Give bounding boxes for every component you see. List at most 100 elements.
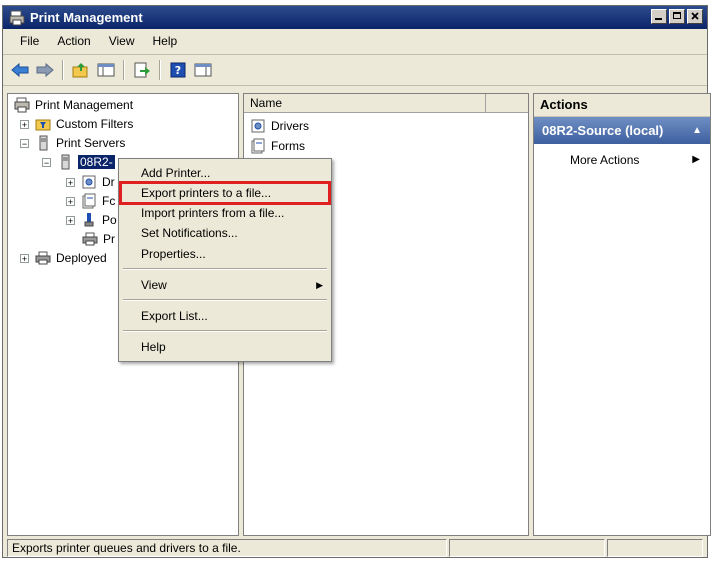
status-cell-3 bbox=[607, 539, 703, 557]
tree-item-deployed-printers[interactable]: + Deployed bbox=[20, 249, 107, 267]
close-button[interactable] bbox=[687, 9, 703, 24]
more-actions-item[interactable]: More Actions ▶ bbox=[534, 149, 710, 171]
action-pane-icon bbox=[194, 63, 212, 77]
back-button[interactable] bbox=[9, 59, 31, 81]
toolbar-separator bbox=[159, 60, 161, 80]
maximize-button[interactable] bbox=[669, 9, 685, 24]
expand-icon[interactable]: + bbox=[66, 177, 75, 187]
menu-separator bbox=[123, 330, 327, 332]
title-bar[interactable]: Print Management bbox=[3, 6, 707, 29]
menu-view[interactable]: View bbox=[100, 34, 144, 48]
tree-item-ports[interactable]: + Po bbox=[66, 211, 117, 229]
export-list-button[interactable] bbox=[131, 59, 153, 81]
tree-label: Dr bbox=[102, 175, 115, 189]
more-actions-label: More Actions bbox=[570, 153, 640, 167]
toolbar-separator bbox=[123, 60, 125, 80]
tree-label: Custom Filters bbox=[56, 117, 134, 131]
ports-icon bbox=[84, 213, 94, 227]
menu-separator bbox=[123, 268, 327, 270]
tree-item-forms[interactable]: + Fc bbox=[66, 192, 115, 210]
submenu-arrow-icon: ▶ bbox=[692, 154, 700, 165]
menu-separator bbox=[123, 299, 327, 301]
list-item-label: Drivers bbox=[271, 119, 309, 133]
column-header-empty[interactable] bbox=[486, 94, 528, 113]
server-icon bbox=[39, 135, 48, 151]
export-icon bbox=[134, 62, 150, 78]
help-button[interactable]: ? bbox=[167, 59, 189, 81]
show-hide-action-pane-button[interactable] bbox=[192, 59, 214, 81]
column-header-name[interactable]: Name bbox=[244, 94, 486, 113]
menu-item-set-notifications[interactable]: Set Notifications... bbox=[119, 223, 331, 243]
tree-label: Fc bbox=[102, 194, 116, 208]
toolbar-separator bbox=[62, 60, 64, 80]
collapse-up-icon: ▲ bbox=[692, 125, 702, 136]
menu-action[interactable]: Action bbox=[48, 34, 99, 48]
maximize-icon bbox=[673, 12, 681, 19]
list-item-drivers[interactable]: Drivers bbox=[250, 117, 309, 135]
print-management-window: Print Management File Action View Help ?… bbox=[2, 5, 711, 559]
svg-text:?: ? bbox=[175, 64, 181, 77]
tree-label: Pr bbox=[103, 232, 115, 246]
tree-label: Print Management bbox=[35, 98, 134, 112]
menu-item-view-label: View bbox=[141, 278, 167, 292]
tree-label: Print Servers bbox=[56, 136, 126, 150]
tree-label: Po bbox=[102, 213, 117, 227]
forward-button[interactable] bbox=[34, 59, 56, 81]
print-management-app-icon bbox=[9, 10, 25, 25]
actions-header: Actions bbox=[534, 94, 710, 117]
forward-arrow-icon bbox=[36, 62, 54, 78]
expand-icon[interactable]: + bbox=[20, 253, 29, 263]
printer-icon bbox=[35, 251, 51, 265]
collapse-icon[interactable]: − bbox=[42, 157, 51, 167]
help-icon: ? bbox=[170, 62, 186, 78]
expand-icon[interactable]: + bbox=[20, 119, 29, 129]
menu-item-add-printer[interactable]: Add Printer... bbox=[119, 163, 331, 183]
tree-item-print-servers[interactable]: − Print Servers bbox=[20, 134, 125, 152]
toolbar: ? bbox=[3, 54, 707, 86]
close-icon bbox=[691, 12, 699, 20]
minimize-button[interactable] bbox=[651, 9, 667, 24]
menu-help[interactable]: Help bbox=[144, 34, 187, 48]
printer-icon bbox=[82, 232, 98, 246]
tree-item-drivers[interactable]: + Dr bbox=[66, 173, 115, 191]
list-item-label: Forms bbox=[271, 139, 305, 153]
expand-icon[interactable]: + bbox=[66, 215, 75, 225]
highlight-box bbox=[119, 181, 331, 205]
menu-bar: File Action View Help bbox=[3, 30, 707, 52]
tree-item-custom-filters[interactable]: + Custom Filters bbox=[20, 115, 133, 133]
window-title: Print Management bbox=[30, 10, 143, 25]
submenu-arrow-icon: ▶ bbox=[316, 280, 323, 290]
status-bar: Exports printer queues and drivers to a … bbox=[7, 539, 707, 559]
actions-pane: Actions 08R2-Source (local) ▲ More Actio… bbox=[533, 93, 711, 536]
menu-item-properties[interactable]: Properties... bbox=[119, 244, 331, 264]
menu-item-help[interactable]: Help bbox=[119, 337, 331, 357]
filter-folder-icon bbox=[35, 119, 51, 131]
status-text: Exports printer queues and drivers to a … bbox=[7, 539, 447, 557]
tree-item-print-management[interactable]: Print Management bbox=[14, 96, 133, 114]
tree-item-printers[interactable]: Pr bbox=[82, 230, 115, 248]
menu-item-view[interactable]: View ▶ bbox=[119, 275, 331, 295]
menu-item-import-printers[interactable]: Import printers from a file... bbox=[119, 203, 331, 223]
status-cell-2 bbox=[449, 539, 605, 557]
minimize-icon bbox=[655, 18, 662, 20]
console-tree-icon bbox=[97, 63, 115, 77]
back-arrow-icon bbox=[11, 62, 29, 78]
menu-file[interactable]: File bbox=[11, 34, 48, 48]
expand-icon[interactable]: + bbox=[66, 196, 75, 206]
show-hide-console-tree-button[interactable] bbox=[95, 59, 117, 81]
print-management-icon bbox=[14, 97, 30, 113]
drivers-icon bbox=[251, 119, 265, 133]
collapse-icon[interactable]: − bbox=[20, 138, 29, 148]
tree-label-selected: 08R2- bbox=[78, 155, 115, 169]
actions-section-server[interactable]: 08R2-Source (local) ▲ bbox=[534, 117, 710, 144]
drivers-icon bbox=[82, 175, 96, 189]
folder-up-icon bbox=[72, 63, 88, 78]
list-item-forms[interactable]: Forms bbox=[250, 137, 305, 155]
tree-label: Deployed bbox=[56, 251, 107, 265]
menu-item-export-list[interactable]: Export List... bbox=[119, 306, 331, 326]
forms-icon bbox=[82, 193, 96, 209]
server-icon bbox=[61, 154, 70, 170]
up-one-level-button[interactable] bbox=[70, 59, 92, 81]
forms-icon bbox=[251, 138, 265, 154]
tree-item-server[interactable]: − 08R2- bbox=[42, 153, 115, 171]
